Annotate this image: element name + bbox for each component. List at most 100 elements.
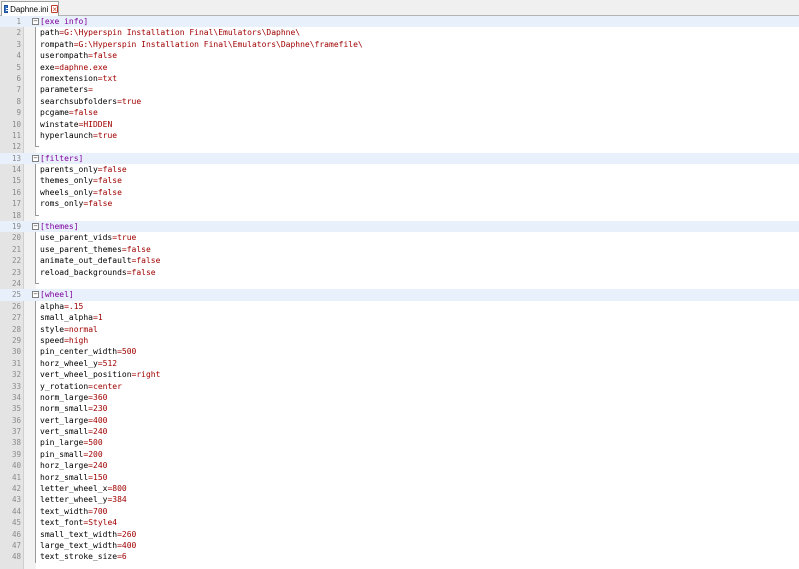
editor-line[interactable]: 46 small_text_width=260 — [0, 528, 799, 540]
editor-line[interactable]: 3 rompath=G:\Hyperspin Installation Final… — [0, 38, 799, 51]
ini-key: norm_small — [40, 404, 89, 414]
editor-line[interactable]: 22 animate_out_default=false — [0, 255, 799, 267]
editor-line[interactable]: 25 − [wheel] — [0, 289, 799, 301]
editor-line[interactable]: 1 − [exe info] — [0, 16, 799, 28]
editor-line[interactable]: 16 wheels_only=false — [0, 186, 799, 199]
fold-toggle-icon[interactable]: − — [32, 223, 39, 231]
line-number: 16 — [11, 187, 21, 197]
editor-line[interactable]: 47 large_text_width=400 — [0, 539, 799, 552]
editor-line[interactable]: 48 text_stroke_size=6 — [0, 551, 799, 563]
key-value-pair: use_parent_themes=false — [40, 244, 151, 255]
fold-guide-line — [35, 517, 36, 529]
editor-line[interactable]: 31 horz_wheel_y=512 — [0, 357, 799, 370]
ini-key: letter_wheel_x — [40, 484, 108, 494]
fold-guide-line — [35, 414, 36, 427]
editor-line[interactable]: 35 norm_small=230 — [0, 403, 799, 415]
editor-line[interactable]: 9 pcgame=false — [0, 107, 799, 119]
editor-line[interactable]: 21 use_parent_themes=false — [0, 243, 799, 256]
fold-guide-line — [35, 175, 36, 187]
line-number: 43 — [11, 495, 21, 505]
key-value-pair: pcgame=false — [40, 107, 98, 118]
key-value-pair: parents_only=false — [40, 164, 127, 175]
ini-value: 500 — [88, 438, 103, 448]
editor-line[interactable]: 43 letter_wheel_y=384 — [0, 494, 799, 506]
section-name: [themes] — [40, 222, 79, 232]
editor-line[interactable]: 36 vert_large=400 — [0, 414, 799, 427]
editor-line[interactable]: 8 searchsubfolders=true — [0, 95, 799, 108]
fold-toggle-icon[interactable]: − — [32, 18, 39, 25]
editor-line[interactable]: 17 roms_only=false — [0, 198, 799, 210]
editor-line[interactable]: 29 speed=high — [0, 334, 799, 347]
editor-line[interactable]: 32 vert_wheel_position=right — [0, 369, 799, 381]
editor-line[interactable]: 12 — [0, 141, 799, 152]
editor-line[interactable]: 20 use_parent_vids=true — [0, 232, 799, 244]
editor-area[interactable]: 1− [exe info] 2 path=G:\Hyperspin Installat… — [0, 16, 799, 569]
editor-line[interactable]: 14 parents_only=false — [0, 164, 799, 176]
line-number: 24 — [11, 278, 21, 288]
editor-line[interactable]: 13 − [filters] — [0, 152, 799, 165]
editor-line[interactable]: 11 hyperlaunch=true — [0, 129, 799, 142]
ini-value: 400 — [93, 415, 108, 425]
editor-line[interactable]: 38 pin_large=500 — [0, 437, 799, 449]
key-value-pair: animate_out_default=false — [40, 255, 160, 266]
editor-line[interactable]: 2 path=G:\Hyperspin Installation Final\Em… — [0, 27, 799, 39]
line-number: 33 — [11, 381, 21, 391]
ini-value: 6 — [121, 552, 127, 562]
editor-line[interactable]: 40 horz_large=240 — [0, 460, 799, 472]
fold-guide-line — [35, 426, 36, 438]
key-value-pair: small_alpha=1 — [40, 312, 103, 323]
editor-line[interactable]: 4 userompath=false — [0, 50, 799, 62]
editor-line[interactable]: 30 pin_center_width=500 — [0, 346, 799, 358]
editor-line[interactable]: 28 style=normal — [0, 323, 799, 335]
line-number: 4 — [16, 51, 21, 61]
fold-guide-line — [35, 27, 36, 39]
key-value-pair: style=normal — [40, 324, 98, 335]
key-value-pair: large_text_width=400 — [40, 540, 136, 551]
ini-key: vert_large — [40, 415, 89, 425]
fold-toggle-icon[interactable]: − — [32, 291, 39, 299]
editor-line[interactable]: 18 — [0, 209, 799, 221]
tab-label: Daphne.ini — [10, 4, 49, 14]
close-icon[interactable]: × — [51, 5, 58, 14]
editor-line[interactable]: 34 norm_large=360 — [0, 391, 799, 404]
fold-guide-line — [35, 72, 36, 85]
ini-value: Style4 — [88, 518, 118, 528]
key-value-pair: pin_small=200 — [40, 449, 103, 460]
key-value-pair: themes_only=false — [40, 175, 122, 186]
tab-daphne-ini[interactable]: Daphne.ini × — [1, 1, 59, 16]
ini-key: small_text_width — [40, 529, 118, 539]
editor-line[interactable]: 23 reload_backgrounds=false — [0, 266, 799, 278]
ini-value: 512 — [102, 358, 118, 368]
ini-value: HIDDEN — [83, 119, 113, 129]
editor-line[interactable]: 33 y_rotation=center — [0, 380, 799, 392]
line-number: 39 — [11, 449, 21, 459]
fold-guide-line — [35, 186, 36, 199]
ini-key: rompath — [40, 39, 74, 49]
editor-line[interactable]: 44 text_width=700 — [0, 505, 799, 518]
editor-line[interactable]: 19 − [themes] — [0, 221, 799, 233]
ini-value: daphne.exe — [59, 62, 108, 72]
editor-line[interactable]: 27 small_alpha=1 — [0, 312, 799, 324]
editor-line[interactable]: 24 — [0, 277, 799, 289]
editor-line[interactable]: 26 alpha=.15 — [0, 300, 799, 313]
editor-line[interactable]: 15 themes_only=false — [0, 175, 799, 187]
fold-guide-line — [35, 84, 36, 96]
key-value-pair: wheels_only=false — [40, 187, 122, 198]
line-number: 9 — [16, 108, 21, 118]
fold-guide-line — [35, 243, 36, 256]
editor-line[interactable]: 41 horz_small=150 — [0, 471, 799, 484]
editor-line[interactable]: 45 text_font=Style4 — [0, 517, 799, 529]
editor-line[interactable]: 37 vert_small=240 — [0, 426, 799, 438]
editor-line[interactable]: 10 winstate=HIDDEN — [0, 118, 799, 130]
editor-line[interactable]: 39 pin_small=200 — [0, 448, 799, 461]
fold-guide-line — [35, 118, 36, 130]
editor-line[interactable]: 6 romextension=txt — [0, 72, 799, 85]
key-value-pair: roms_only=false — [40, 198, 112, 209]
key-value-pair: hyperlaunch=true — [40, 130, 117, 141]
line-number: 1 — [16, 17, 21, 26]
editor-line[interactable]: 7 parameters= — [0, 84, 799, 96]
editor-line[interactable]: 5 exe=daphne.exe — [0, 61, 799, 73]
fold-toggle-icon[interactable]: − — [32, 154, 39, 162]
ini-value: 700 — [93, 506, 108, 516]
editor-line[interactable]: 42 letter_wheel_x=800 — [0, 483, 799, 495]
